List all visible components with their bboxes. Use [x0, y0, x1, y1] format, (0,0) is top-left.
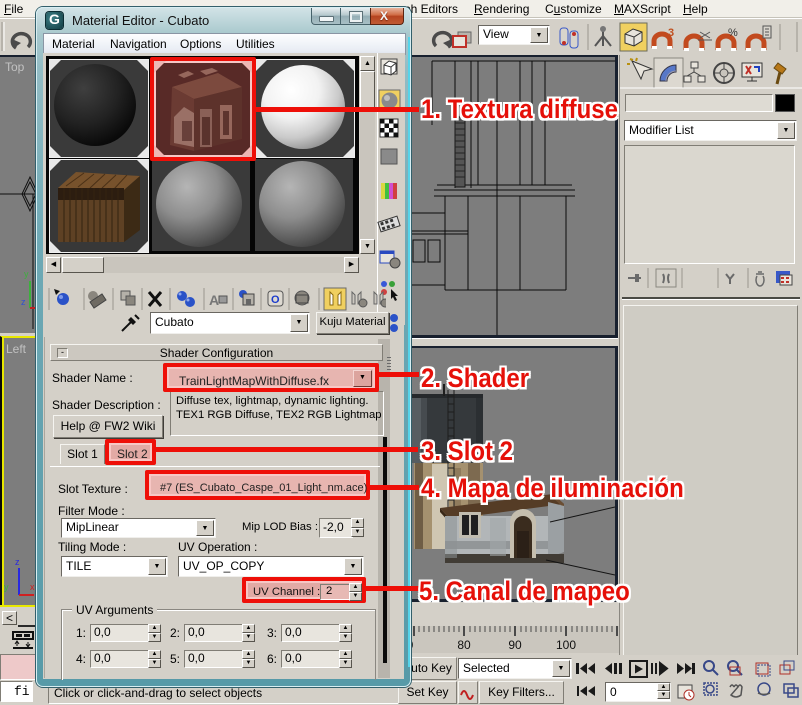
svg-text:x: x: [30, 582, 35, 592]
svg-text:3: 3: [668, 27, 674, 39]
svg-text:A: A: [209, 292, 219, 308]
svg-text:90: 90: [508, 638, 522, 652]
svg-text:%: %: [728, 27, 738, 39]
svg-text:z: z: [21, 297, 26, 307]
svg-text:80: 80: [457, 638, 471, 652]
svg-text:O: O: [271, 294, 280, 306]
svg-text:100: 100: [556, 638, 576, 652]
svg-text:y: y: [4, 582, 9, 592]
svg-text:z: z: [15, 557, 20, 567]
svg-text:y: y: [24, 269, 29, 279]
